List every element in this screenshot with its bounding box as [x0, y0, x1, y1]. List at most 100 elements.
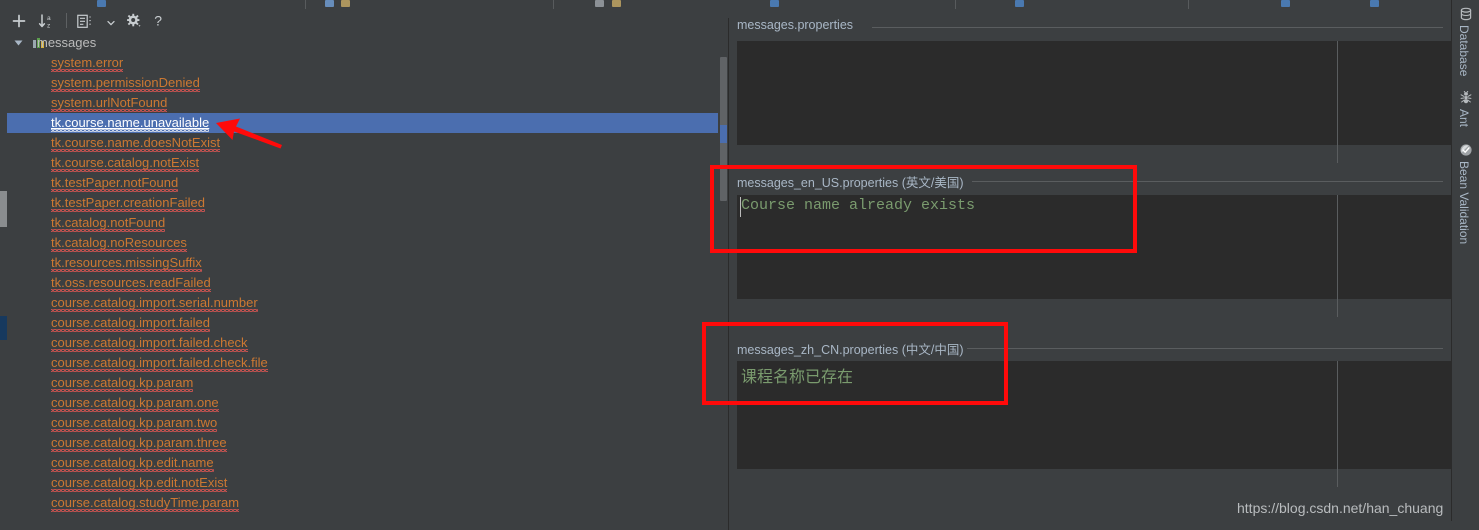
settings-button[interactable] [124, 11, 144, 31]
messages-zh-cn-filename: messages_zh_CN.properties [737, 343, 899, 357]
section-title-rule [972, 181, 1443, 182]
inspection-squiggle [51, 369, 268, 372]
tree-scrollbar[interactable] [718, 33, 728, 521]
partial-icon [595, 0, 604, 7]
tree-item-course-catalog-import-failed[interactable]: course.catalog.import.failed [7, 313, 720, 333]
tree-root-label: messages [37, 35, 97, 50]
inspection-squiggle [51, 109, 167, 112]
chevron-down-icon [107, 20, 115, 26]
messages-properties-title: messages.properties [737, 18, 853, 32]
section-title-rule [967, 348, 1443, 349]
right-tool-window-bar: Database Ant Bean Validation [1451, 0, 1479, 521]
messages-zh-cn-value-editor[interactable]: 课程名称已存在 [737, 361, 1451, 469]
inspection-squiggle [51, 449, 227, 452]
messages-zh-cn-section: messages_zh_CN.properties (中文/中国) 课程名称已存… [729, 339, 1451, 499]
tree-root-node[interactable]: messages [7, 33, 720, 53]
editor-inner-divider [1337, 195, 1338, 317]
gutter-marker [0, 191, 7, 227]
property-key-tree[interactable]: messages system.error system.permissionDe… [0, 33, 735, 521]
add-property-button[interactable] [9, 11, 29, 31]
top-strip-segment [955, 0, 1189, 9]
question-mark-icon: ? [154, 13, 162, 29]
watermark-text: https://blog.csdn.net/han_chuang [1237, 500, 1444, 516]
tree-item-course-catalog-kp-param-three[interactable]: course.catalog.kp.param.three [7, 433, 720, 453]
toolbar-separator [66, 13, 67, 28]
inspection-squiggle [51, 329, 210, 332]
properties-value-panel: messages.properties messages_en_US.prope… [729, 9, 1451, 521]
tree-item-tk-catalog-notFound[interactable]: tk.catalog.notFound [7, 213, 720, 233]
scrollbar-selection-marker [720, 125, 727, 143]
partial-icon [97, 0, 106, 7]
gutter-marker [0, 316, 7, 340]
chevron-expanded-icon[interactable] [14, 40, 23, 46]
ant-icon [1459, 90, 1473, 105]
messages-properties-section: messages.properties [729, 18, 1451, 163]
messages-zh-cn-value: 课程名称已存在 [741, 367, 854, 386]
group-dropdown-button[interactable] [104, 17, 118, 29]
tree-item-tk-testPaper-creationFailed[interactable]: tk.testPaper.creationFailed [7, 193, 720, 213]
text-caret [740, 197, 741, 217]
inspection-squiggle [51, 509, 239, 512]
section-title-rule [872, 27, 1443, 28]
group-by-button[interactable] [74, 11, 96, 31]
tree-item-course-catalog-import-serial-number[interactable]: course.catalog.import.serial.number [7, 293, 720, 313]
tool-tab-database[interactable]: Database [1452, 4, 1479, 82]
messages-zh-cn-locale: (中文/中国) [901, 343, 964, 357]
tree-item-course-catalog-kp-param-two[interactable]: course.catalog.kp.param.two [7, 413, 720, 433]
inspection-squiggle [51, 409, 219, 412]
messages-en-us-filename: messages_en_US.properties [737, 176, 899, 190]
tool-tab-bean-validation[interactable]: Bean Validation [1452, 140, 1479, 258]
plus-icon [12, 14, 26, 28]
tree-item-tk-resources-missingSuffix[interactable]: tk.resources.missingSuffix [7, 253, 720, 273]
messages-en-us-value-editor[interactable]: Course name already exists [737, 195, 1451, 299]
inspection-squiggle [51, 149, 220, 152]
inspection-squiggle [51, 309, 258, 312]
tree-item-tk-testPaper-notFound[interactable]: tk.testPaper.notFound [7, 173, 720, 193]
partial-icon [1015, 0, 1024, 7]
key-list-toolbar: a z ? [0, 9, 735, 34]
tree-item-tk-course-catalog-notExist[interactable]: tk.course.catalog.notExist [7, 153, 720, 173]
tree-item-system-permissionDenied[interactable]: system.permissionDenied [7, 73, 720, 93]
partial-icon [1370, 0, 1379, 7]
tree-item-course-catalog-import-failed-check[interactable]: course.catalog.import.failed.check [7, 333, 720, 353]
inspection-squiggle [51, 169, 199, 172]
editor-inner-divider [1337, 41, 1338, 163]
tree-item-course-catalog-kp-param[interactable]: course.catalog.kp.param [7, 373, 720, 393]
gear-icon [127, 13, 141, 27]
svg-text:a: a [47, 15, 51, 22]
svg-text:?: ? [154, 13, 162, 29]
properties-key-panel: a z ? messages system.error system.permi… [0, 9, 735, 530]
database-icon [1459, 7, 1473, 21]
top-strip-segment [1188, 0, 1452, 9]
tree-item-tk-course-name-doesNotExist[interactable]: tk.course.name.doesNotExist [7, 133, 720, 153]
tree-item-course-catalog-kp-param-one[interactable]: course.catalog.kp.param.one [7, 393, 720, 413]
bean-validation-icon [1459, 143, 1473, 157]
top-strip-segment [0, 0, 306, 9]
tree-item-tk-catalog-noResources[interactable]: tk.catalog.noResources [7, 233, 720, 253]
messages-properties-value-editor[interactable] [737, 41, 1451, 145]
help-button[interactable]: ? [150, 11, 168, 31]
tree-item-tk-oss-resources-readFailed[interactable]: tk.oss.resources.readFailed [7, 273, 720, 293]
sort-alphabetically-button[interactable]: a z [36, 11, 58, 31]
tree-item-tk-course-name-unavailable[interactable]: tk.course.name.unavailable [7, 113, 720, 133]
tree-rows: messages system.error system.permissionDe… [7, 33, 720, 521]
messages-properties-filename: messages.properties [737, 18, 854, 32]
partial-icon [341, 0, 350, 7]
tree-item-course-catalog-kp-edit-name[interactable]: course.catalog.kp.edit.name [7, 453, 720, 473]
tree-item-system-urlNotFound[interactable]: system.urlNotFound [7, 93, 720, 113]
tree-gutter [0, 33, 7, 521]
editor-inner-divider [1337, 361, 1338, 487]
inspection-squiggle [51, 269, 202, 272]
inspection-squiggle [51, 209, 205, 212]
inspection-squiggle [51, 489, 227, 492]
tree-item-course-catalog-studyTime-param[interactable]: course.catalog.studyTime.param [7, 493, 720, 513]
partial-icon [612, 0, 621, 7]
tree-list-icon [76, 14, 92, 28]
messages-en-us-section: messages_en_US.properties (英文/美国) Course… [729, 172, 1451, 317]
tree-item-system-error[interactable]: system.error [7, 53, 720, 73]
inspection-squiggle [51, 189, 178, 192]
tree-item-course-catalog-kp-edit-notExist[interactable]: course.catalog.kp.edit.notExist [7, 473, 720, 493]
tree-item-course-catalog-import-failed-check-file[interactable]: course.catalog.import.failed.check.file [7, 353, 720, 373]
tool-tab-ant[interactable]: Ant [1452, 88, 1479, 134]
tool-tab-database-label: Database [1457, 25, 1471, 77]
